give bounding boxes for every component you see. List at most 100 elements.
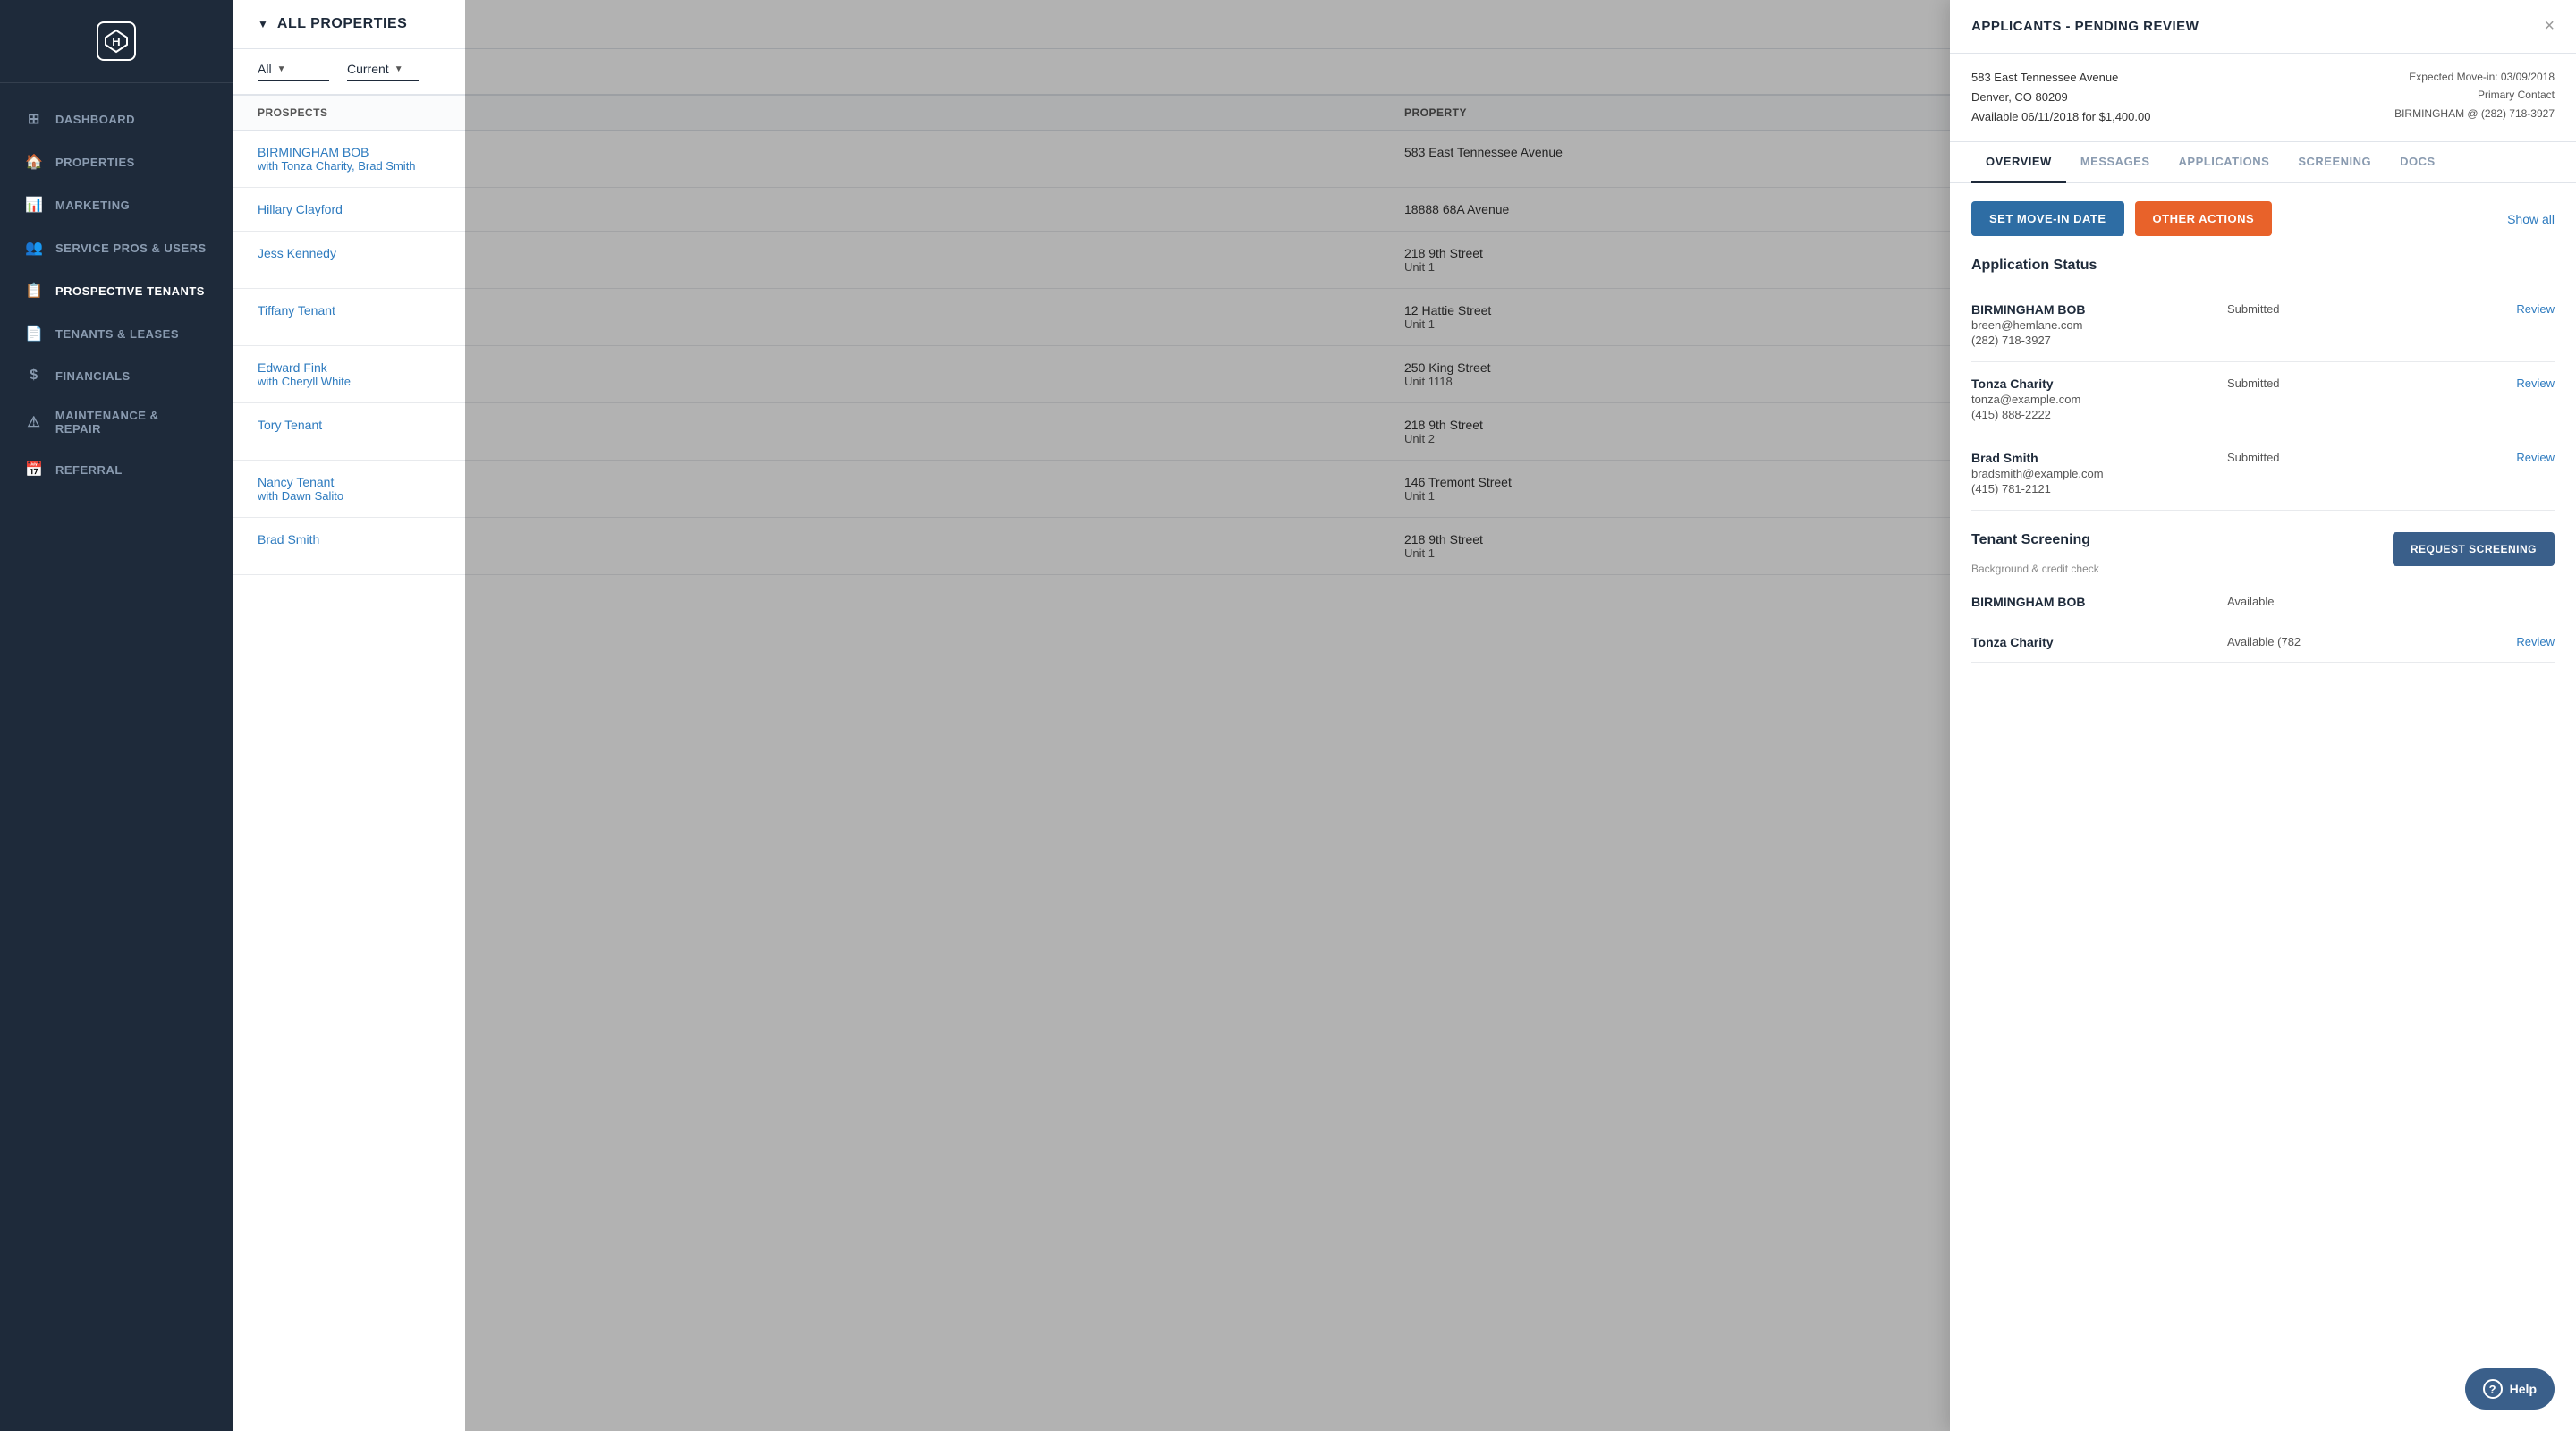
applicant-info: Tonza Charity tonza@example.com (415) 88… xyxy=(1971,377,2227,421)
maintenance-icon: ⚠ xyxy=(25,413,43,431)
properties-icon: 🏠 xyxy=(25,153,43,171)
screening-header: Tenant Screening Background & credit che… xyxy=(1971,532,2555,575)
action-buttons: Set Move-In Date Other Actions Show all xyxy=(1971,201,2555,236)
filter-all-select[interactable]: All ▼ xyxy=(258,62,329,81)
panel-header: Applicants - Pending Review × xyxy=(1950,0,2576,54)
application-status-section: Application Status BIRMINGHAM BOB breen@… xyxy=(1971,258,2555,511)
sidebar-item-label: Maintenance & Repair xyxy=(55,409,208,436)
dashboard-icon: ⊞ xyxy=(25,110,43,128)
filter-current-label: Current xyxy=(347,62,389,76)
panel-body: Set Move-In Date Other Actions Show all … xyxy=(1950,183,2576,1431)
sidebar-item-label: Properties xyxy=(55,156,135,169)
applicant-phone: (415) 781-2121 xyxy=(1971,482,2227,495)
review-link[interactable]: Review xyxy=(2483,302,2555,316)
screening-row: BIRMINGHAM BOB Available xyxy=(1971,582,2555,622)
screening-title-block: Tenant Screening Background & credit che… xyxy=(1971,532,2099,575)
panel-tabs: Overview Messages Applications Screening… xyxy=(1950,142,2576,183)
sidebar-item-properties[interactable]: 🏠 Properties xyxy=(0,140,233,183)
help-button[interactable]: ? Help xyxy=(2465,1368,2555,1410)
tab-screening[interactable]: Screening xyxy=(2284,142,2385,183)
sidebar-item-label: Dashboard xyxy=(55,113,135,126)
tab-messages[interactable]: Messages xyxy=(2066,142,2165,183)
sidebar-item-label: Referral xyxy=(55,463,123,477)
close-icon[interactable]: × xyxy=(2544,16,2555,37)
sidebar-item-financials[interactable]: $ Financials xyxy=(0,355,233,396)
financials-icon: $ xyxy=(25,368,43,384)
applicant-email: bradsmith@example.com xyxy=(1971,467,2227,480)
sidebar-item-label: Tenants & Leases xyxy=(55,327,179,341)
filter-all-label: All xyxy=(258,62,272,76)
applicant-status: Submitted xyxy=(2227,451,2483,464)
tab-applications[interactable]: Applications xyxy=(2165,142,2284,183)
tab-docs[interactable]: Docs xyxy=(2385,142,2450,183)
screening-action[interactable]: Review xyxy=(2483,635,2555,649)
review-link[interactable]: Review xyxy=(2483,451,2555,464)
sidebar-item-service-pros-users[interactable]: 👥 Service Pros & Users xyxy=(0,226,233,269)
help-circle-icon: ? xyxy=(2483,1379,2503,1399)
filter-current-select[interactable]: Current ▼ xyxy=(347,62,419,81)
show-all-button[interactable]: Show all xyxy=(2507,212,2555,226)
page-title: All Properties xyxy=(277,16,407,32)
applicant-info: BIRMINGHAM BOB breen@hemlane.com (282) 7… xyxy=(1971,302,2227,347)
logo-icon: H xyxy=(97,21,136,61)
svg-text:H: H xyxy=(112,35,120,48)
tab-overview[interactable]: Overview xyxy=(1971,142,2066,183)
sidebar-item-label: Prospective Tenants xyxy=(55,284,205,298)
sidebar-navigation: ⊞ Dashboard 🏠 Properties 📊 Marketing 👥 S… xyxy=(0,83,233,1431)
panel-overlay: Applicants - Pending Review × 583 East T… xyxy=(465,0,2576,1431)
tenant-screening-section: Tenant Screening Background & credit che… xyxy=(1971,532,2555,663)
sidebar-item-maintenance-repair[interactable]: ⚠ Maintenance & Repair xyxy=(0,396,233,448)
review-link[interactable]: Review xyxy=(2483,377,2555,390)
applicant-phone: (282) 718-3927 xyxy=(1971,334,2227,347)
prospective-tenants-icon: 📋 xyxy=(25,282,43,300)
sidebar-item-marketing[interactable]: 📊 Marketing xyxy=(0,183,233,226)
sidebar-item-prospective-tenants[interactable]: 📋 Prospective Tenants xyxy=(0,269,233,312)
sidebar-item-label: Service Pros & Users xyxy=(55,241,207,255)
screening-status: Available xyxy=(2227,595,2483,609)
sidebar: H ⊞ Dashboard 🏠 Properties 📊 Marketing 👥… xyxy=(0,0,233,1431)
applicant-name: BIRMINGHAM BOB xyxy=(1971,302,2227,317)
main-content: ▼ All Properties All ▼ Current ▼ Prospec… xyxy=(233,0,2576,1431)
set-move-in-date-button[interactable]: Set Move-In Date xyxy=(1971,201,2124,236)
applicant-email: breen@hemlane.com xyxy=(1971,318,2227,332)
applicant-phone: (415) 888-2222 xyxy=(1971,408,2227,421)
applicant-name: Tonza Charity xyxy=(1971,377,2227,391)
screening-row: Tonza Charity Available (782 Review xyxy=(1971,622,2555,663)
screening-applicant-name: Tonza Charity xyxy=(1971,635,2227,649)
applicant-info: Brad Smith bradsmith@example.com (415) 7… xyxy=(1971,451,2227,495)
request-screening-button[interactable]: Request Screening xyxy=(2393,532,2555,566)
primary-contact-label: Primary Contact xyxy=(2394,86,2555,104)
property-city: Denver, CO 80209 xyxy=(1971,88,2150,107)
screening-action[interactable] xyxy=(2483,595,2555,609)
applicant-status: Submitted xyxy=(2227,302,2483,316)
sidebar-item-referral[interactable]: 📅 Referral xyxy=(0,448,233,491)
applicant-email: tonza@example.com xyxy=(1971,393,2227,406)
tenants-leases-icon: 📄 xyxy=(25,325,43,343)
property-available: Available 06/11/2018 for $1,400.00 xyxy=(1971,107,2150,127)
expected-move-in: Expected Move-in: 03/09/2018 xyxy=(2394,68,2555,86)
help-label: Help xyxy=(2510,1382,2537,1396)
applicant-name: Brad Smith xyxy=(1971,451,2227,465)
primary-contact: BIRMINGHAM @ (282) 718-3927 xyxy=(2394,105,2555,123)
panel-property-right: Expected Move-in: 03/09/2018 Primary Con… xyxy=(2394,68,2555,127)
referral-icon: 📅 xyxy=(25,461,43,478)
applicant-status: Submitted xyxy=(2227,377,2483,390)
screening-title: Tenant Screening xyxy=(1971,532,2099,548)
collapse-arrow-icon: ▼ xyxy=(258,18,268,30)
sidebar-logo: H xyxy=(0,0,233,83)
property-address-line1: 583 East Tennessee Avenue xyxy=(1971,68,2150,88)
filter-current-arrow-icon: ▼ xyxy=(394,64,403,74)
screening-applicant-name: BIRMINGHAM BOB xyxy=(1971,595,2227,609)
service-pros-icon: 👥 xyxy=(25,239,43,257)
sidebar-item-label: Marketing xyxy=(55,199,130,212)
sidebar-item-tenants-leases[interactable]: 📄 Tenants & Leases xyxy=(0,312,233,355)
panel-property-left: 583 East Tennessee Avenue Denver, CO 802… xyxy=(1971,68,2150,127)
panel-title: Applicants - Pending Review xyxy=(1971,19,2199,34)
applicants-panel: Applicants - Pending Review × 583 East T… xyxy=(1950,0,2576,1431)
sidebar-item-dashboard[interactable]: ⊞ Dashboard xyxy=(0,97,233,140)
sidebar-item-label: Financials xyxy=(55,369,131,383)
filter-all-arrow-icon: ▼ xyxy=(277,64,286,74)
applicant-row: Brad Smith bradsmith@example.com (415) 7… xyxy=(1971,436,2555,511)
applicant-row: BIRMINGHAM BOB breen@hemlane.com (282) 7… xyxy=(1971,288,2555,362)
other-actions-button[interactable]: Other Actions xyxy=(2135,201,2273,236)
